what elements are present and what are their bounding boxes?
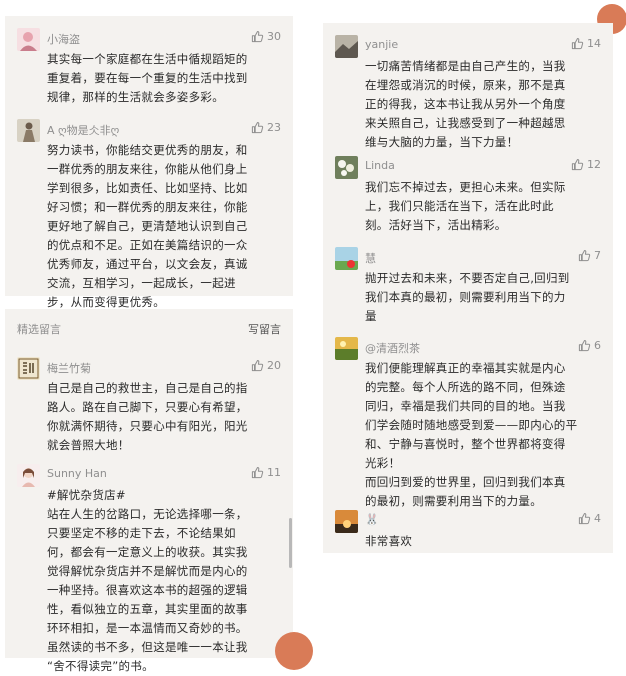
- like-count: 6: [594, 339, 601, 352]
- like-count: 23: [267, 121, 281, 134]
- thumbs-up-icon: [251, 466, 264, 479]
- avatar-field-icon: [335, 337, 358, 360]
- like-button[interactable]: 11: [251, 466, 281, 479]
- comment-author: Linda: [365, 159, 395, 172]
- comment-text: 自己是自己的救世主，自己是自己的指 路人。路在自己脚下，只要心有希望， 你就满怀…: [47, 381, 248, 452]
- comment-author: 小海盗: [47, 33, 80, 46]
- like-button[interactable]: 20: [251, 359, 281, 372]
- comment-text: 其实每一个家庭都在生活中循规蹈矩的 重复着，要在每一个重复的生活中找到 规律，那…: [47, 52, 248, 104]
- like-count: 30: [267, 30, 281, 43]
- thumbs-up-icon: [571, 37, 584, 50]
- section-title: 精选留言: [17, 323, 61, 336]
- featured-comments-header: 精选留言 写留言: [17, 321, 281, 337]
- avatar-landscape-icon: [335, 35, 358, 58]
- thumbs-up-icon: [578, 339, 591, 352]
- comment-text: 非常喜欢: [365, 534, 413, 548]
- avatar-sunset-icon: [335, 510, 358, 533]
- thumbs-up-icon: [251, 121, 264, 134]
- comment-panel-bottom-left: 精选留言 写留言 梅兰竹菊 20 自己是自己的救世主，自己是自己的指 路人。路在…: [5, 309, 293, 673]
- like-count: 11: [267, 466, 281, 479]
- comment-author: @清酒烈茶: [365, 342, 420, 355]
- avatar-figure-icon: [17, 119, 40, 142]
- comment-panel-top-left: 小海盗 30 其实每一个家庭都在生活中循规蹈矩的 重复着，要在每一个重复的生活中…: [5, 16, 293, 309]
- avatar-girl-icon: [17, 464, 40, 487]
- comment-panel-right: yanjie 14 一切痛苦情绪都是由自己产生的，当我 在埋怨或消沉的时候，原来…: [323, 23, 613, 553]
- write-comment-link[interactable]: 写留言: [248, 321, 281, 337]
- avatar-calligraphy-icon: [17, 357, 40, 380]
- like-button[interactable]: 23: [251, 121, 281, 134]
- comment-text: 一切痛苦情绪都是由自己产生的，当我 在埋怨或消沉的时候，原来，那不是真 正的得我…: [365, 59, 566, 149]
- thumbs-up-icon: [251, 30, 264, 43]
- avatar-pink-icon: [17, 28, 40, 51]
- like-button[interactable]: 14: [571, 37, 601, 50]
- thumbs-up-icon: [578, 512, 591, 525]
- like-count: 20: [267, 359, 281, 372]
- comment-author: 🐰: [365, 513, 379, 526]
- thumbs-up-icon: [571, 158, 584, 171]
- like-button[interactable]: 30: [251, 30, 281, 43]
- avatar-cartoon-icon: [335, 247, 358, 270]
- like-count: 14: [587, 37, 601, 50]
- like-button[interactable]: 6: [578, 339, 601, 352]
- avatar-flowers-icon: [335, 156, 358, 179]
- comment-author: A ღ物是仌非ღ: [47, 124, 120, 137]
- scrollbar[interactable]: [289, 518, 292, 568]
- comment-text: 我们便能理解真正的幸福其实就是内心 的完整。每个人所选的路不同，但殊途 同归，幸…: [365, 361, 578, 508]
- comment-author: 梅兰竹菊: [47, 362, 91, 375]
- like-button[interactable]: 4: [578, 512, 601, 525]
- comment-text: 我们忘不掉过去，更担心未来。但实际 上，我们只能活在当下，活在此时此 刻。活好当…: [365, 180, 566, 232]
- comment-author: Sunny Han: [47, 467, 107, 480]
- like-button[interactable]: 12: [571, 158, 601, 171]
- like-count: 7: [594, 249, 601, 262]
- comment-author: yanjie: [365, 38, 399, 51]
- thumbs-up-icon: [251, 359, 264, 372]
- like-count: 12: [587, 158, 601, 171]
- like-button[interactable]: 7: [578, 249, 601, 262]
- comment-text: 抛开过去和未来，不要否定自己,回归到 我们本真的最初，则需要利用当下的力 量: [365, 271, 570, 323]
- like-count: 4: [594, 512, 601, 525]
- decorative-dot: [275, 632, 313, 670]
- comment-text: #解忧杂货店# 站在人生的岔路口，无论选择哪一条， 只要坚定不移的走下去，不论结…: [47, 488, 248, 673]
- thumbs-up-icon: [578, 249, 591, 262]
- comment-text: 努力读书，你能结交更优秀的朋友，和 一群优秀的朋友来往，你能从他们身上 学到很多…: [47, 143, 248, 309]
- comment-author: 慧: [365, 252, 376, 265]
